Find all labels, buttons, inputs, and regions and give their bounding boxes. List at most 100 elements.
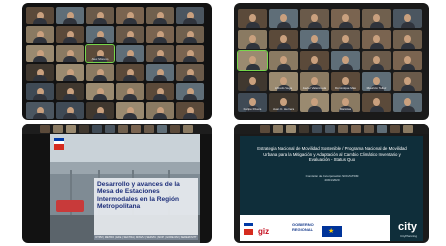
participant-tile[interactable] — [176, 26, 204, 43]
participant-thumbnail[interactable] — [79, 125, 89, 133]
participant-body — [153, 37, 167, 43]
participant-thumbnail[interactable] — [351, 125, 361, 133]
participant-tile[interactable]: Javier Valenzuela — [300, 72, 329, 91]
participant-thumbnail[interactable] — [92, 125, 102, 133]
participant-tile[interactable] — [393, 9, 422, 28]
participant-tile[interactable] — [238, 9, 267, 28]
participant-tile[interactable]: Alfredo Vega — [269, 72, 298, 91]
participant-tile[interactable] — [86, 7, 114, 24]
participant-tile[interactable] — [26, 45, 54, 62]
participant-tile[interactable] — [362, 30, 391, 49]
participant-tile[interactable] — [86, 83, 114, 100]
participant-tile[interactable]: Juan C. Herrera — [269, 93, 298, 112]
participant-thumbnail[interactable] — [364, 125, 374, 133]
participant-tile[interactable] — [237, 50, 268, 71]
participant-thumbnail[interactable] — [144, 125, 154, 133]
participant-tile[interactable] — [56, 26, 84, 43]
participant-tile[interactable] — [393, 51, 422, 70]
participant-name: Alex Moreno — [91, 57, 109, 61]
participant-tile[interactable] — [26, 7, 54, 24]
participant-body — [153, 75, 167, 81]
participant-tile[interactable] — [300, 51, 329, 70]
participant-tile[interactable]: Alex Moreno — [85, 44, 115, 63]
participant-tile[interactable] — [116, 83, 144, 100]
participant-tile[interactable] — [86, 64, 114, 81]
participant-thumbnail[interactable] — [131, 125, 141, 133]
participant-tile[interactable] — [146, 83, 174, 100]
participant-body — [183, 113, 197, 119]
participant-tile[interactable] — [116, 64, 144, 81]
participant-thumbnail[interactable] — [157, 125, 167, 133]
participant-thumbnail[interactable] — [403, 125, 413, 133]
participant-tile[interactable] — [86, 26, 114, 43]
participant-tile[interactable] — [300, 93, 329, 112]
participant-tile[interactable] — [393, 72, 422, 91]
participant-thumbnail[interactable] — [66, 125, 76, 133]
participant-tile[interactable] — [116, 26, 144, 43]
participant-tile[interactable] — [176, 7, 204, 24]
participant-tile[interactable] — [331, 9, 360, 28]
participant-thumbnail[interactable] — [170, 125, 180, 133]
participant-tile[interactable] — [146, 64, 174, 81]
participant-tile[interactable] — [146, 102, 174, 119]
participant-tile[interactable] — [26, 102, 54, 119]
participant-tile[interactable] — [176, 64, 204, 81]
participant-tile[interactable]: Felipe Rivera — [238, 93, 267, 112]
participant-tile[interactable] — [26, 83, 54, 100]
participant-thumbnail[interactable] — [325, 125, 335, 133]
participant-tile[interactable] — [238, 30, 267, 49]
participant-tile[interactable] — [86, 102, 114, 119]
video-grid-panel-2: Alfredo Vega Javier Valenzuela Dominique M… — [234, 3, 429, 120]
participant-tile[interactable] — [26, 26, 54, 43]
participant-body — [63, 75, 77, 81]
participant-body — [123, 18, 137, 24]
participant-thumbnail[interactable] — [312, 125, 322, 133]
participant-tile[interactable] — [300, 30, 329, 49]
participant-tile[interactable]: Mauricio Tellez — [362, 72, 391, 91]
participant-tile[interactable] — [56, 102, 84, 119]
participant-tile[interactable] — [116, 7, 144, 24]
participant-tile[interactable] — [56, 7, 84, 24]
participant-tile[interactable] — [300, 9, 329, 28]
participant-tile[interactable] — [331, 30, 360, 49]
participant-name: Mariolas — [339, 107, 352, 111]
participant-tile[interactable] — [362, 9, 391, 28]
participant-thumbnail[interactable] — [40, 125, 50, 133]
participant-thumbnail[interactable] — [53, 125, 63, 133]
participant-thumbnail[interactable] — [299, 125, 309, 133]
participant-thumbnail[interactable] — [260, 125, 270, 133]
participant-tile[interactable] — [146, 45, 174, 62]
participant-tile[interactable] — [269, 9, 298, 28]
participant-thumbnail[interactable] — [286, 125, 296, 133]
participant-tile[interactable] — [362, 51, 391, 70]
participant-body — [245, 64, 260, 70]
participant-thumbnail[interactable] — [390, 125, 400, 133]
participant-tile[interactable]: Dominique Mas — [331, 72, 360, 91]
participant-tile[interactable] — [56, 45, 84, 62]
participant-tile[interactable] — [56, 83, 84, 100]
participant-tile[interactable] — [176, 45, 204, 62]
participant-tile[interactable] — [269, 30, 298, 49]
participant-tile[interactable] — [331, 51, 360, 70]
participant-thumbnail[interactable] — [105, 125, 115, 133]
participant-tile[interactable] — [26, 64, 54, 81]
participant-thumbnail[interactable] — [183, 125, 193, 133]
participant-thumbnail[interactable] — [118, 125, 128, 133]
participant-thumbnail[interactable] — [377, 125, 387, 133]
participant-name: Javier Valenzuela — [302, 86, 327, 90]
participant-tile[interactable] — [146, 7, 174, 24]
participant-tile[interactable] — [269, 51, 298, 70]
participant-tile[interactable] — [393, 93, 422, 112]
participant-tile[interactable] — [176, 83, 204, 100]
participant-tile[interactable] — [238, 72, 267, 91]
participant-tile[interactable] — [393, 30, 422, 49]
participant-tile[interactable] — [56, 64, 84, 81]
participant-tile[interactable] — [116, 102, 144, 119]
participant-thumbnail[interactable] — [273, 125, 283, 133]
participant-thumbnail[interactable] — [338, 125, 348, 133]
participant-tile[interactable] — [116, 45, 144, 62]
participant-tile[interactable]: Mariolas — [331, 93, 360, 112]
participant-tile[interactable] — [176, 102, 204, 119]
participant-tile[interactable] — [146, 26, 174, 43]
participant-tile[interactable] — [362, 93, 391, 112]
